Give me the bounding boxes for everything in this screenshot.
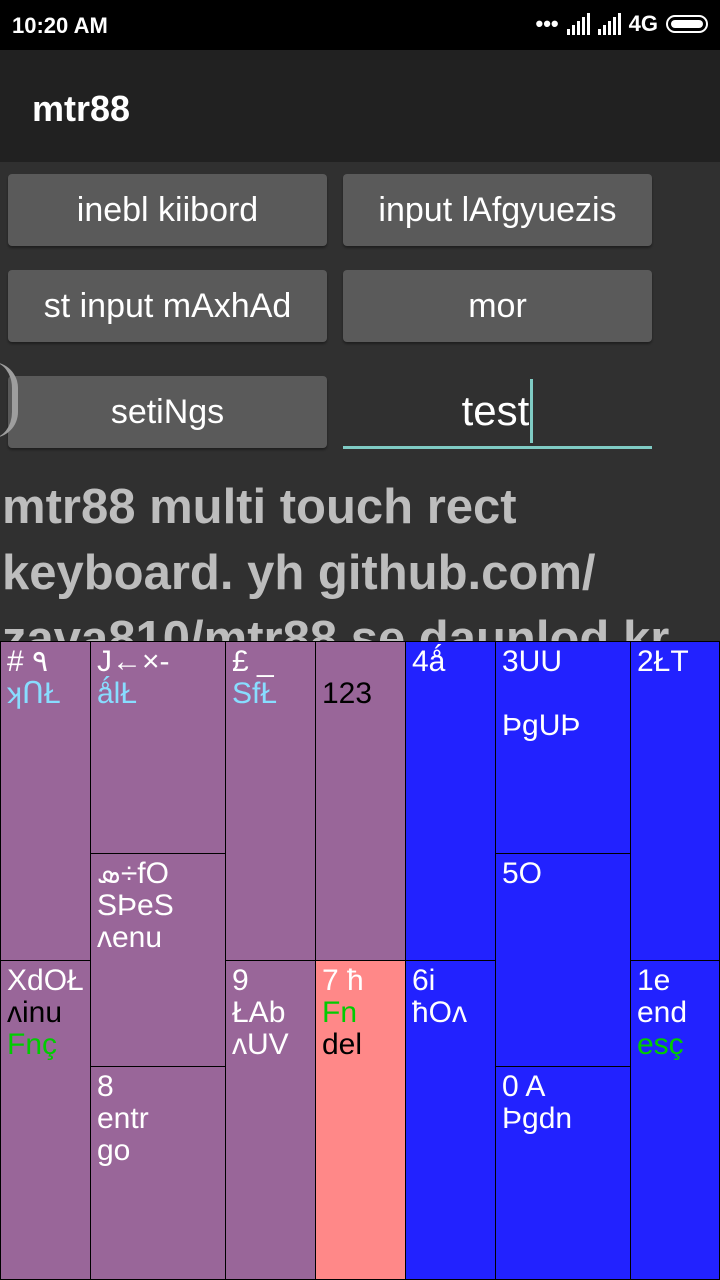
key-6-home[interactable]: 6i ħOʌ (405, 960, 496, 1280)
key-0-page-down[interactable]: 0 A Þgdn (495, 1066, 631, 1280)
signal-strength-icon (566, 13, 590, 35)
key-label-line: ħOʌ (412, 996, 468, 1029)
key-label-line: £ _ (232, 645, 274, 678)
key-label-line: end (637, 996, 688, 1029)
key-label-line: 5O (502, 857, 543, 890)
key-label-line: ÞgUÞ (502, 709, 581, 742)
key-label-line: 7 ħ (322, 964, 364, 997)
key-shift[interactable]: £ _ SfŁ (225, 641, 316, 961)
key-label-line: 8 (97, 1070, 114, 1103)
signal-strength-icon-2 (597, 13, 621, 35)
key-ctrl[interactable]: # ٩ ʞՈŁ (0, 641, 91, 961)
key-8-enter[interactable]: 8 entr go (90, 1066, 226, 1280)
battery-icon (666, 15, 708, 33)
key-label-line: ǻlŁ (97, 677, 138, 710)
key-label-line: ܣ÷fO (97, 857, 169, 890)
key-5[interactable]: 5O (495, 853, 631, 1067)
key-label-line: Fn (322, 996, 358, 1029)
key-label-line: 2ŁT (637, 645, 689, 678)
key-label-line: 1e (637, 964, 671, 997)
key-label-line: esç (637, 1028, 684, 1061)
key-label-line: SÞeS (97, 889, 174, 922)
key-meta-fn[interactable]: XdOŁ ʌinu Fnç (0, 960, 91, 1280)
key-label-line: XdOŁ (7, 964, 84, 997)
keyboard: # ٩ ʞՈŁ J←×- ǻlŁ £ _ SfŁ 123 4ǻ 3UU ÞgUÞ 2Ł… (0, 641, 720, 1280)
key-label-line: ʞՈŁ (7, 677, 61, 710)
key-123[interactable]: 123 (315, 641, 406, 961)
key-label-line: Fnç (7, 1028, 58, 1061)
key-label-line (322, 646, 405, 678)
key-label-line: J←×- (97, 645, 170, 678)
key-4-up[interactable]: 4ǻ (405, 641, 496, 961)
key-label-line: entr (97, 1102, 149, 1135)
app-bar: mtr88 (0, 50, 720, 162)
key-label-line: # ٩ (7, 645, 49, 678)
key-label-line: ʌUV (232, 1028, 289, 1061)
key-label-line (502, 678, 630, 710)
key-2-right[interactable]: 2ŁT (630, 641, 720, 961)
key-label-line: SfŁ (232, 677, 278, 710)
key-space-menu[interactable]: ܣ÷fO SÞeS ʌenu (90, 853, 226, 1067)
key-label-line: 4ǻ (412, 645, 446, 678)
key-label-line: 3UU (502, 645, 563, 678)
key-label-line: del (322, 1028, 363, 1061)
app-title: mtr88 (32, 88, 131, 129)
more-button[interactable]: mor (343, 270, 652, 342)
key-label-line: 0 A (502, 1070, 546, 1103)
key-fn-delete[interactable]: 7 ħ Fn del (315, 960, 406, 1280)
input-languages-button[interactable]: input lAfgyuezis (343, 174, 652, 246)
settings-button[interactable]: setiNgs (8, 376, 327, 448)
key-label-line: ʌenu (97, 921, 163, 954)
status-icons: ••• 4G (536, 11, 708, 37)
key-3-page-up[interactable]: 3UU ÞgUÞ (495, 641, 631, 854)
enable-keyboard-button[interactable]: inebl kiibord (8, 174, 327, 246)
network-type-label: 4G (628, 11, 658, 36)
key-label-line: Þgdn (502, 1102, 573, 1135)
test-input[interactable]: test (343, 376, 652, 449)
key-label-line: ʌinu (7, 996, 63, 1029)
status-time: 10:20 AM (12, 13, 108, 38)
key-1-end-escape[interactable]: 1e end esç (630, 960, 720, 1280)
key-label-line: 6i (412, 964, 436, 997)
status-bar: 10:20 AM ••• 4G (0, 0, 720, 50)
key-label-line: 9 (232, 964, 249, 997)
key-label-line: go (97, 1134, 131, 1167)
set-input-method-button[interactable]: st input mAxhAd (8, 270, 327, 342)
key-alt[interactable]: J←×- ǻlŁ (90, 641, 226, 854)
key-label-line: 123 (322, 677, 373, 710)
key-label-line: ŁAb (232, 996, 286, 1029)
more-notifications-icon: ••• (535, 11, 559, 36)
key-tab[interactable]: 9 ŁAb ʌUV (225, 960, 316, 1280)
test-input-value: test (461, 387, 530, 434)
text-caret (530, 379, 534, 443)
